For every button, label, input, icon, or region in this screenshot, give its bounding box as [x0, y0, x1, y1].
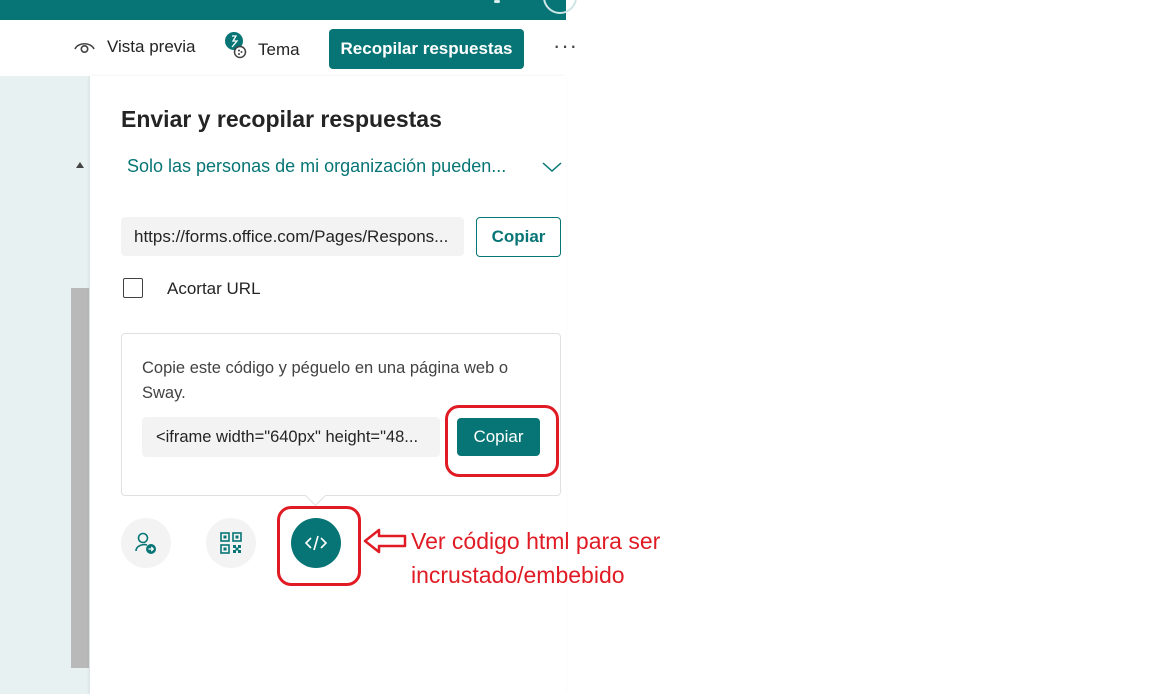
- annotation-line-1: Ver código html para ser: [411, 528, 661, 554]
- theme-label: Tema: [258, 40, 300, 59]
- share-people-button[interactable]: [121, 518, 171, 568]
- annotation-text: Ver código html para ser incrustado/embe…: [411, 524, 660, 592]
- collect-responses-button[interactable]: Recopilar respuestas: [329, 29, 524, 69]
- more-options-icon[interactable]: ···: [553, 33, 578, 59]
- annotation-highlight-embed: [277, 506, 361, 586]
- chevron-down-icon: [524, 161, 562, 173]
- theme-button[interactable]: Tema: [224, 30, 300, 60]
- scrollbar-thumb[interactable]: [71, 288, 89, 668]
- qr-code-button[interactable]: [206, 518, 256, 568]
- copy-url-button[interactable]: Copiar: [476, 217, 561, 257]
- embed-code-field[interactable]: <iframe width="640px" height="48...: [142, 417, 440, 457]
- annotation-line-2: incrustado/embebido: [411, 562, 625, 588]
- qr-code-icon: [220, 532, 242, 554]
- palette-icon: [224, 31, 248, 59]
- eye-icon: [74, 40, 95, 54]
- permission-dropdown[interactable]: Solo las personas de mi organización pue…: [127, 156, 562, 177]
- preview-button[interactable]: Vista previa: [74, 37, 196, 57]
- scroll-up-arrow-icon[interactable]: [76, 162, 84, 168]
- panel-title: Enviar y recopilar respuestas: [121, 106, 442, 132]
- share-people-icon: [134, 531, 158, 555]
- shorten-url-checkbox[interactable]: [123, 278, 143, 298]
- response-url-field[interactable]: https://forms.office.com/Pages/Respons..…: [121, 217, 464, 256]
- app-header: [0, 0, 566, 20]
- annotation-highlight-copy: [445, 405, 559, 477]
- embed-instruction: Copie este código y péguelo en una págin…: [142, 359, 509, 402]
- header-icon-fragment: [494, 0, 500, 3]
- preview-label: Vista previa: [107, 37, 196, 56]
- annotation-arrow-icon: [362, 527, 408, 560]
- permission-label: Solo las personas de mi organización pue…: [127, 156, 507, 176]
- shorten-url-label: Acortar URL: [167, 279, 261, 298]
